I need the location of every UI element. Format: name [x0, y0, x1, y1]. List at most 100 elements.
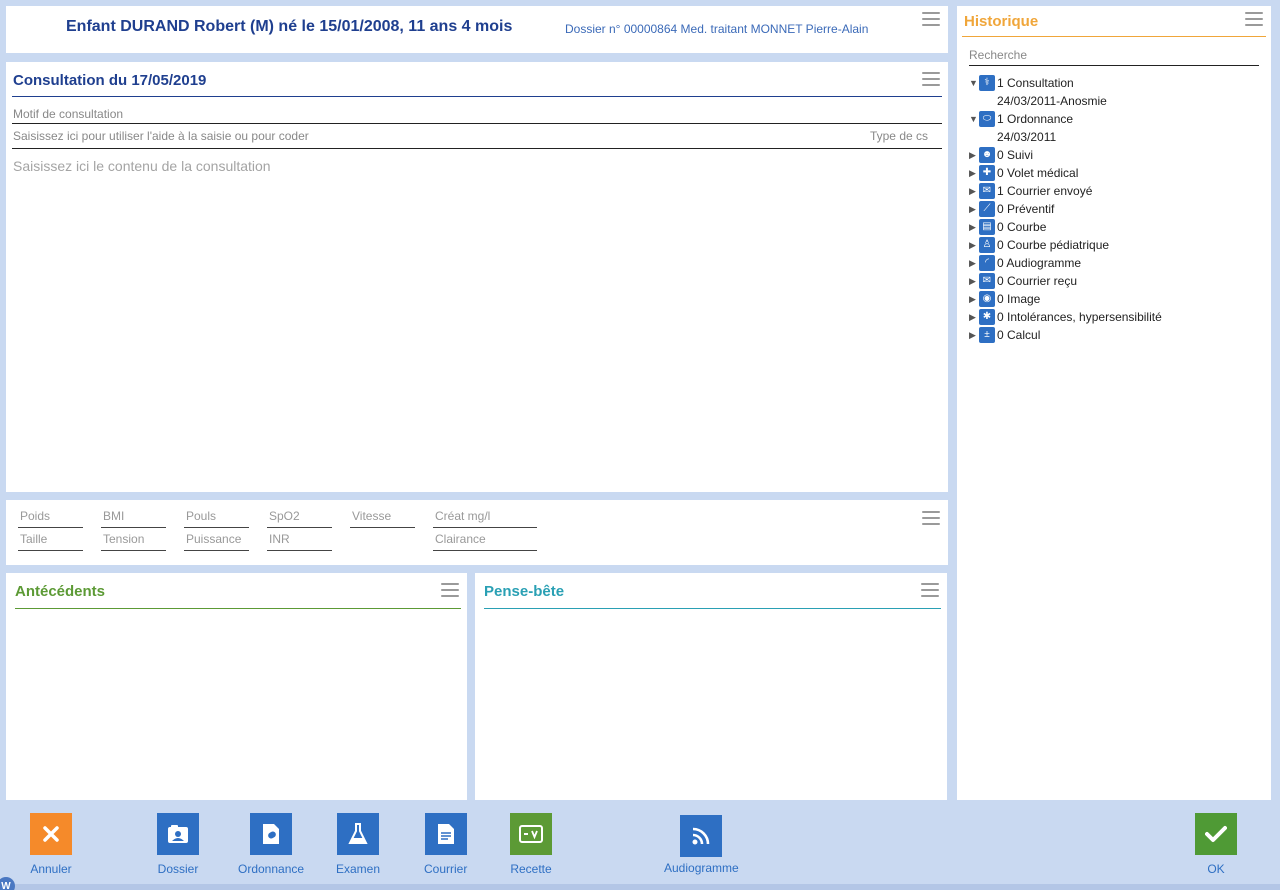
- camera-icon: ◉: [979, 291, 995, 307]
- history-divider: [962, 36, 1266, 37]
- tree-item-label: 0 Intolérances, hypersensibilité: [997, 310, 1162, 324]
- tree-item-courbe-pediatrique[interactable]: ▶ ♙ 0 Courbe pédiatrique: [969, 236, 1264, 254]
- annuler-button[interactable]: Annuler: [30, 813, 72, 876]
- syringe-icon: ⟋: [979, 201, 995, 217]
- pense-bete-title: Pense-bête: [484, 583, 565, 600]
- tension-field[interactable]: Tension: [101, 531, 166, 551]
- tree-item-label: 1 Ordonnance: [997, 112, 1074, 126]
- vitesse-field[interactable]: Vitesse: [350, 508, 415, 528]
- tree-item-label: 0 Préventif: [997, 202, 1055, 216]
- expanded-arrow-icon[interactable]: ▼: [969, 78, 979, 88]
- tree-item-label: 1 Consultation: [997, 76, 1074, 90]
- courrier-label: Courrier: [424, 862, 468, 876]
- tree-subitem[interactable]: 24/03/2011-Anosmie: [969, 92, 1264, 110]
- tree-item-label: 0 Courbe: [997, 220, 1047, 234]
- pouls-field[interactable]: Pouls: [184, 508, 249, 528]
- collapsed-arrow-icon[interactable]: ▶: [969, 330, 979, 341]
- clairance-field[interactable]: Clairance: [433, 531, 537, 551]
- pill-icon: ⬭: [979, 111, 995, 127]
- document-icon: [424, 813, 467, 855]
- tree-item-volet-medical[interactable]: ▶ ✚ 0 Volet médical: [969, 164, 1264, 182]
- close-icon: [30, 813, 72, 855]
- patient-header: Enfant DURAND Robert (M) né le 15/01/200…: [6, 6, 948, 53]
- recette-button[interactable]: Recette: [510, 813, 552, 876]
- collapsed-arrow-icon[interactable]: ▶: [969, 150, 979, 161]
- aide-underline: [12, 148, 942, 149]
- antecedents-title: Antécédents: [15, 583, 106, 600]
- tree-item-courrier-recu[interactable]: ▶ ✉ 0 Courrier reçu: [969, 272, 1264, 290]
- consultation-title: Consultation du 17/05/2019: [13, 72, 207, 89]
- patient-folder-icon: [157, 813, 199, 855]
- tree-item-ordonnance[interactable]: ▼ ⬭ 1 Ordonnance: [969, 110, 1264, 128]
- history-search-input[interactable]: [969, 44, 1259, 66]
- collapsed-arrow-icon[interactable]: ▶: [969, 186, 979, 197]
- allergy-icon: ✱: [979, 309, 995, 325]
- patient-title: Enfant DURAND Robert (M) né le 15/01/200…: [66, 18, 513, 35]
- motif-underline: [12, 123, 942, 124]
- consultation-title-divider: [12, 96, 942, 97]
- pense-bete-menu-icon[interactable]: [921, 583, 939, 597]
- expanded-arrow-icon[interactable]: ▼: [969, 114, 979, 124]
- header-menu-icon[interactable]: [922, 12, 940, 26]
- measures-panel: Poids BMI Pouls SpO2 Vitesse Créat mg/l …: [6, 500, 948, 565]
- chart-icon: ▤: [979, 219, 995, 235]
- tree-item-suivi[interactable]: ▶ ☻ 0 Suivi: [969, 146, 1264, 164]
- tree-item-label: 1 Courrier envoyé: [997, 184, 1093, 198]
- audio-icon: ◜: [979, 255, 995, 271]
- tree-item-label: 0 Courbe pédiatrique: [997, 238, 1110, 252]
- aide-saisie-input[interactable]: Saisissez ici pour utiliser l'aide à la …: [13, 129, 309, 143]
- tree-item-image[interactable]: ▶ ◉ 0 Image: [969, 290, 1264, 308]
- puissance-field[interactable]: Puissance: [184, 531, 249, 551]
- tree-item-courrier-envoye[interactable]: ▶ ✉ 1 Courrier envoyé: [969, 182, 1264, 200]
- inr-field[interactable]: INR: [267, 531, 332, 551]
- poids-field[interactable]: Poids: [18, 508, 83, 528]
- tree-item-audiogramme[interactable]: ▶ ◜ 0 Audiogramme: [969, 254, 1264, 272]
- suivi-icon: ☻: [979, 147, 995, 163]
- history-menu-icon[interactable]: [1245, 12, 1263, 26]
- flask-icon: [337, 813, 380, 855]
- courrier-button[interactable]: Courrier: [424, 813, 467, 876]
- tree-item-label: 0 Calcul: [997, 328, 1041, 342]
- ok-label: OK: [1207, 862, 1225, 876]
- app-logo-icon: W: [0, 877, 15, 890]
- pense-bete-panel: Pense-bête: [475, 573, 947, 800]
- taille-field[interactable]: Taille: [18, 531, 83, 551]
- antecedents-menu-icon[interactable]: [441, 583, 459, 597]
- ordonnance-button[interactable]: Ordonnance: [238, 813, 304, 876]
- collapsed-arrow-icon[interactable]: ▶: [969, 168, 979, 179]
- calculator-icon: ±: [979, 327, 995, 343]
- audiogramme-button[interactable]: Audiogramme: [664, 815, 739, 875]
- measures-menu-icon[interactable]: [922, 511, 940, 525]
- motif-field[interactable]: Motif de consultation: [13, 107, 123, 121]
- examen-label: Examen: [336, 862, 381, 876]
- collapsed-arrow-icon[interactable]: ▶: [969, 240, 979, 251]
- dossier-button[interactable]: Dossier: [157, 813, 199, 876]
- ok-button[interactable]: OK: [1195, 813, 1237, 876]
- audiogramme-label: Audiogramme: [664, 861, 739, 875]
- consultation-menu-icon[interactable]: [922, 72, 940, 86]
- bmi-field[interactable]: BMI: [101, 508, 166, 528]
- examen-button[interactable]: Examen: [336, 813, 380, 876]
- collapsed-arrow-icon[interactable]: ▶: [969, 258, 979, 269]
- tree-item-courbe[interactable]: ▶ ▤ 0 Courbe: [969, 218, 1264, 236]
- tree-item-preventif[interactable]: ▶ ⟋ 0 Préventif: [969, 200, 1264, 218]
- history-title: Historique: [964, 13, 1039, 30]
- tree-item-intolerances[interactable]: ▶ ✱ 0 Intolérances, hypersensibilité: [969, 308, 1264, 326]
- consultation-content-editor[interactable]: Saisissez ici le contenu de la consultat…: [13, 158, 271, 174]
- bottom-strip: [0, 884, 1280, 890]
- collapsed-arrow-icon[interactable]: ▶: [969, 204, 979, 215]
- collapsed-arrow-icon[interactable]: ▶: [969, 294, 979, 305]
- tree-item-label: 0 Audiogramme: [997, 256, 1082, 270]
- tree-item-consultation[interactable]: ▼ ⚕ 1 Consultation: [969, 74, 1264, 92]
- card-reader-icon: [510, 813, 552, 855]
- collapsed-arrow-icon[interactable]: ▶: [969, 312, 979, 323]
- creat-field[interactable]: Créat mg/l: [433, 508, 537, 528]
- tree-item-calcul[interactable]: ▶ ± 0 Calcul: [969, 326, 1264, 344]
- collapsed-arrow-icon[interactable]: ▶: [969, 276, 979, 287]
- spo2-field[interactable]: SpO2: [267, 508, 332, 528]
- collapsed-arrow-icon[interactable]: ▶: [969, 222, 979, 233]
- tree-item-label: 0 Volet médical: [997, 166, 1079, 180]
- type-cs-field[interactable]: Type de cs: [870, 129, 928, 143]
- tree-subitem[interactable]: 24/03/2011: [969, 128, 1264, 146]
- rss-audio-icon: [680, 815, 723, 857]
